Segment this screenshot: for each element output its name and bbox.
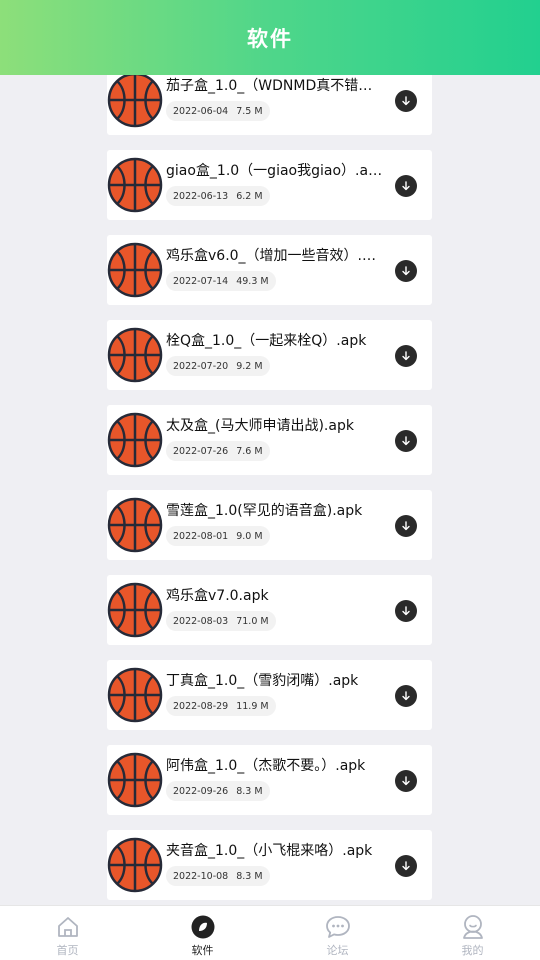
file-date: 2022-07-26 — [173, 445, 229, 457]
download-icon — [401, 691, 411, 701]
basketball-icon — [107, 667, 163, 723]
file-name: 鸡乐盒v7.0.apk — [166, 588, 269, 604]
download-icon — [401, 266, 411, 276]
user-icon — [460, 914, 486, 940]
basketball-icon — [107, 157, 163, 213]
basketball-icon — [107, 497, 163, 553]
file-size: 8.3 M — [236, 870, 263, 882]
tab-software-label: 软件 — [191, 944, 214, 957]
file-card[interactable]: 丁真盒_1.0_（雪豹闭嘴）.apk 2022-08-29 11.9 M — [107, 660, 432, 730]
file-card[interactable]: 茄子盒_1.0_（WDNMD真不错）.apk 2022-06-04 7.5 M — [107, 75, 432, 135]
file-date: 2022-06-04 — [173, 105, 229, 117]
chat-icon — [325, 914, 351, 940]
file-meta: 2022-08-01 9.0 M — [166, 526, 270, 546]
download-button[interactable] — [395, 770, 417, 792]
tab-forum[interactable]: 论坛 — [270, 906, 405, 960]
file-name: 太及盒_(马大师申请出战).apk — [166, 418, 354, 434]
basketball-icon — [107, 837, 163, 893]
file-date: 2022-06-13 — [173, 190, 229, 202]
file-meta: 2022-08-03 71.0 M — [166, 611, 276, 631]
file-card[interactable]: 阿伟盒_1.0_（杰歌不要。）.apk 2022-09-26 8.3 M — [107, 745, 432, 815]
basketball-icon — [107, 75, 163, 128]
download-icon — [401, 861, 411, 871]
file-size: 9.0 M — [236, 530, 263, 542]
file-size: 7.5 M — [236, 105, 263, 117]
download-icon — [401, 96, 411, 106]
file-date: 2022-09-26 — [173, 785, 229, 797]
download-icon — [401, 776, 411, 786]
file-card[interactable]: 太及盒_(马大师申请出战).apk 2022-07-26 7.6 M — [107, 405, 432, 475]
download-button[interactable] — [395, 600, 417, 622]
file-meta: 2022-09-26 8.3 M — [166, 781, 270, 801]
file-date: 2022-10-08 — [173, 870, 229, 882]
download-icon — [401, 606, 411, 616]
file-size: 8.3 M — [236, 785, 263, 797]
file-name: 鸡乐盒v6.0_（增加一些音效）.apk — [166, 248, 384, 264]
basketball-icon — [107, 412, 163, 468]
basketball-icon — [107, 752, 163, 808]
download-button[interactable] — [395, 430, 417, 452]
file-meta: 2022-07-20 9.2 M — [166, 356, 270, 376]
file-name: 夹音盒_1.0_（小飞棍来咯）.apk — [166, 843, 373, 859]
tab-profile-label: 我的 — [461, 944, 484, 957]
download-button[interactable] — [395, 515, 417, 537]
file-card[interactable]: 鸡乐盒v7.0.apk 2022-08-03 71.0 M — [107, 575, 432, 645]
tab-software[interactable]: 软件 — [135, 906, 270, 960]
file-meta: 2022-06-13 6.2 M — [166, 186, 270, 206]
bottom-tab-bar: 首页 软件 论坛 我的 — [0, 905, 540, 960]
file-card[interactable]: 夹音盒_1.0_（小飞棍来咯）.apk 2022-10-08 8.3 M — [107, 830, 432, 900]
file-date: 2022-08-03 — [173, 615, 229, 627]
download-icon — [401, 521, 411, 531]
tab-home-label: 首页 — [56, 944, 79, 957]
file-date: 2022-07-20 — [173, 360, 229, 372]
file-name: 雪莲盒_1.0(罕见的语音盒).apk — [166, 503, 363, 519]
download-button[interactable] — [395, 175, 417, 197]
home-icon — [55, 914, 81, 940]
download-icon — [401, 351, 411, 361]
basketball-icon — [107, 582, 163, 638]
file-size: 71.0 M — [236, 615, 269, 627]
file-name: 茄子盒_1.0_（WDNMD真不错）.apk — [166, 78, 384, 94]
file-name: 栓Q盒_1.0_（一起来栓Q）.apk — [166, 333, 367, 349]
basketball-icon — [107, 242, 163, 298]
file-meta: 2022-06-04 7.5 M — [166, 101, 270, 121]
file-size: 9.2 M — [236, 360, 263, 372]
file-card[interactable]: 鸡乐盒v6.0_（增加一些音效）.apk 2022-07-14 49.3 M — [107, 235, 432, 305]
file-size: 11.9 M — [236, 700, 269, 712]
download-icon — [401, 436, 411, 446]
app-screen: 软件 茄子盒_1.0_（WDNMD真不错）.apk 2022-06-04 7.5… — [0, 0, 540, 960]
file-card[interactable]: 栓Q盒_1.0_（一起来栓Q）.apk 2022-07-20 9.2 M — [107, 320, 432, 390]
file-date: 2022-08-01 — [173, 530, 229, 542]
file-card[interactable]: 雪莲盒_1.0(罕见的语音盒).apk 2022-08-01 9.0 M — [107, 490, 432, 560]
tab-profile[interactable]: 我的 — [405, 906, 540, 960]
tab-forum-label: 论坛 — [326, 944, 349, 957]
download-button[interactable] — [395, 345, 417, 367]
file-name: 阿伟盒_1.0_（杰歌不要。）.apk — [166, 758, 366, 774]
file-card[interactable]: giao盒_1.0（一giao我giao）.apk 2022-06-13 6.2… — [107, 150, 432, 220]
file-meta: 2022-08-29 11.9 M — [166, 696, 276, 716]
file-meta: 2022-10-08 8.3 M — [166, 866, 270, 886]
file-date: 2022-07-14 — [173, 275, 229, 287]
file-name: giao盒_1.0（一giao我giao）.apk — [166, 163, 384, 179]
download-button[interactable] — [395, 260, 417, 282]
download-button[interactable] — [395, 855, 417, 877]
file-size: 49.3 M — [236, 275, 269, 287]
file-name: 丁真盒_1.0_（雪豹闭嘴）.apk — [166, 673, 359, 689]
top-header: 软件 — [0, 0, 540, 75]
file-meta: 2022-07-26 7.6 M — [166, 441, 270, 461]
file-list[interactable]: 茄子盒_1.0_（WDNMD真不错）.apk 2022-06-04 7.5 M … — [0, 75, 540, 905]
file-date: 2022-08-29 — [173, 700, 229, 712]
file-size: 7.6 M — [236, 445, 263, 457]
download-icon — [401, 181, 411, 191]
page-title: 软件 — [247, 26, 293, 51]
tab-home[interactable]: 首页 — [0, 906, 135, 960]
download-button[interactable] — [395, 685, 417, 707]
basketball-icon — [107, 327, 163, 383]
file-size: 6.2 M — [236, 190, 263, 202]
file-meta: 2022-07-14 49.3 M — [166, 271, 276, 291]
download-button[interactable] — [395, 90, 417, 112]
leaf-icon — [190, 914, 216, 940]
